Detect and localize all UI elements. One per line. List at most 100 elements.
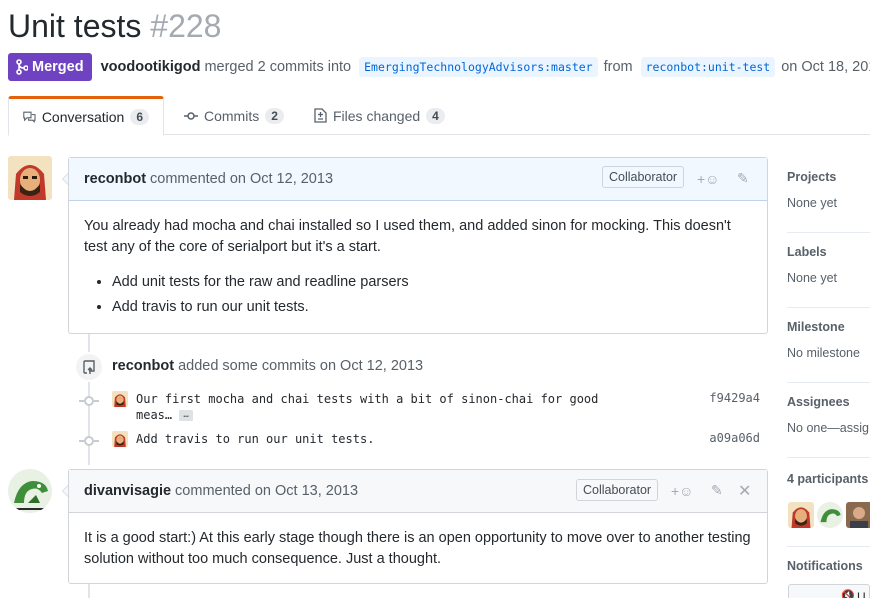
avatar[interactable] xyxy=(112,391,128,407)
merged-badge-label: Merged xyxy=(32,59,84,75)
from-text: from xyxy=(603,59,633,75)
commit-message[interactable]: Add travis to run our unit tests. xyxy=(136,431,374,447)
user-photo-icon xyxy=(846,502,870,528)
comment-discussion-icon xyxy=(23,111,36,124)
timeline-line xyxy=(88,582,90,598)
comment-header: divanvisagie commented on Oct 13, 2013 C… xyxy=(69,470,767,513)
sidebar-section-title: Assignees xyxy=(787,395,850,409)
sidebar-section-title: 4 participants xyxy=(787,472,869,486)
git-commit-icon xyxy=(184,111,198,120)
tab-conversation[interactable]: Conversation 6 xyxy=(8,96,164,136)
tab-files-changed[interactable]: Files changed 4 xyxy=(300,96,459,135)
avatar[interactable] xyxy=(112,431,128,447)
divider xyxy=(787,307,870,308)
reconbot-avatar-icon xyxy=(112,431,128,447)
tab-files-changed-label: Files changed xyxy=(333,107,421,124)
commit-event-text: reconbot added some commits on Oct 12, 2… xyxy=(112,358,423,374)
tab-commits[interactable]: Commits 2 xyxy=(170,96,298,135)
sidebar-section-value: No one—assig xyxy=(787,421,869,435)
list-item: Our first mocha and chai tests with a bi… xyxy=(79,391,770,422)
comment-text: You already had mocha and chai installed… xyxy=(84,218,731,255)
sidebar-assignees[interactable]: Assignees No one—assig xyxy=(787,395,870,435)
commit-message-line: Our first mocha and chai tests with a bi… xyxy=(136,392,599,406)
sidebar-section-value: None yet xyxy=(787,271,838,285)
notifications-button-label: U xyxy=(857,590,866,598)
merged-badge: Merged xyxy=(8,53,92,81)
avatar[interactable] xyxy=(8,469,52,513)
git-merge-icon xyxy=(16,59,28,75)
pr-title: Unit tests #228 xyxy=(8,8,221,45)
list-item: Add travis to run our unit tests. a09a06… xyxy=(79,431,770,451)
unsubscribe-button[interactable]: 🔇 U xyxy=(788,584,870,598)
pr-number: #228 xyxy=(150,8,222,44)
comment-meta[interactable]: commented on Oct 13, 2013 xyxy=(175,483,358,499)
comment-meta[interactable]: commented on Oct 12, 2013 xyxy=(150,171,333,187)
sidebar-notifications: Notifications xyxy=(787,559,870,573)
merge-date: on Oct 18, 2013 xyxy=(781,59,870,75)
repo-push-icon xyxy=(74,352,104,382)
comment-author[interactable]: divanvisagie xyxy=(84,483,171,499)
avatar[interactable] xyxy=(8,156,52,200)
commit-sha[interactable]: a09a06d xyxy=(709,431,760,445)
sidebar-section-title: Projects xyxy=(787,170,837,184)
mute-icon: 🔇 xyxy=(841,590,855,598)
add-reaction-icon[interactable]: +☺ xyxy=(671,483,693,499)
divider xyxy=(787,546,870,547)
collaborator-badge: Collaborator xyxy=(602,166,685,188)
sidebar-milestone[interactable]: Milestone No milestone xyxy=(787,320,870,360)
sidebar-section-value: None yet xyxy=(787,196,838,210)
tab-conversation-count: 6 xyxy=(130,109,149,125)
reconbot-avatar-icon xyxy=(8,156,52,200)
comment-list: Add unit tests for the raw and readline … xyxy=(84,272,752,318)
avatar[interactable] xyxy=(846,502,870,528)
avatar[interactable] xyxy=(788,502,814,528)
tab-conversation-label: Conversation xyxy=(41,109,125,125)
pr-author-link[interactable]: voodootikigod xyxy=(101,59,201,75)
sidebar-projects[interactable]: Projects None yet xyxy=(787,170,870,210)
commit-message-line: meas… xyxy=(136,408,173,422)
comment: reconbot commented on Oct 12, 2013 Colla… xyxy=(68,157,768,334)
comment-author[interactable]: reconbot xyxy=(84,171,146,187)
collaborator-badge: Collaborator xyxy=(576,479,659,501)
sidebar-section-value: No milestone xyxy=(787,346,860,360)
head-branch[interactable]: reconbot:unit-test xyxy=(640,57,776,77)
reconbot-avatar-icon xyxy=(788,502,814,528)
diff-icon xyxy=(314,108,327,123)
sidebar-participants: 4 participants xyxy=(787,472,870,532)
sidebar-section-title: Milestone xyxy=(787,320,845,334)
commit-event-author[interactable]: reconbot xyxy=(112,358,174,374)
pr-action-text: merged 2 commits into xyxy=(204,59,352,75)
pr-meta: Merged voodootikigod merged 2 commits in… xyxy=(8,53,870,81)
base-branch[interactable]: EmergingTechnologyAdvisors:master xyxy=(359,57,598,77)
close-icon[interactable]: ✕ xyxy=(738,481,751,501)
reconbot-avatar-icon xyxy=(112,391,128,407)
pencil-icon[interactable]: ✎ xyxy=(737,170,749,187)
expand-message-button[interactable]: … xyxy=(179,410,193,421)
pr-title-text: Unit tests xyxy=(8,8,142,44)
comment-body: You already had mocha and chai installed… xyxy=(69,201,767,334)
divanvisagie-avatar-icon xyxy=(8,469,52,513)
add-reaction-icon[interactable]: +☺ xyxy=(697,171,719,187)
tab-commits-label: Commits xyxy=(204,107,260,124)
sidebar-section-title: Notifications xyxy=(787,559,863,573)
commit-sha[interactable]: f9429a4 xyxy=(709,391,760,405)
divider xyxy=(787,232,870,233)
comment-body: It is a good start:) At this early stage… xyxy=(69,513,767,582)
sidebar-labels[interactable]: Labels None yet xyxy=(787,245,870,285)
comment: divanvisagie commented on Oct 13, 2013 C… xyxy=(68,469,768,584)
comment-header: reconbot commented on Oct 12, 2013 Colla… xyxy=(69,158,767,201)
git-commit-icon xyxy=(79,436,99,446)
commit-event-meta: added some commits on Oct 12, 2013 xyxy=(178,358,424,374)
list-item: Add travis to run our unit tests. xyxy=(112,297,752,318)
tab-files-changed-count: 4 xyxy=(426,107,445,124)
commit-message[interactable]: Our first mocha and chai tests with a bi… xyxy=(136,391,598,423)
avatar[interactable] xyxy=(817,502,843,528)
divider xyxy=(787,457,870,458)
pencil-icon[interactable]: ✎ xyxy=(711,482,723,499)
sidebar: Projects None yet Labels None yet Milest… xyxy=(787,156,870,598)
git-commit-icon xyxy=(79,396,99,406)
pr-tabs: Conversation 6 Commits 2 Files changed 4 xyxy=(8,96,870,136)
divider xyxy=(787,382,870,383)
sidebar-section-title: Labels xyxy=(787,245,827,259)
comment-text: It is a good start:) At this early stage… xyxy=(84,530,751,567)
